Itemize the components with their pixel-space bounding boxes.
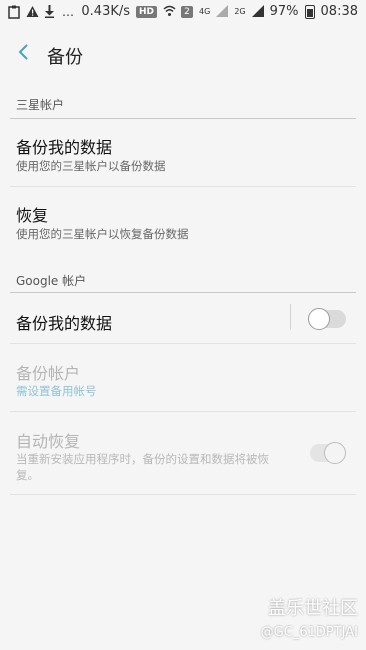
item-title: 备份帐户 — [16, 364, 81, 383]
section-label-samsung: 三星帐户 — [16, 98, 65, 112]
divider — [290, 304, 291, 330]
network-type-1: 4G — [199, 7, 211, 16]
item-title: 备份我的数据 — [16, 314, 113, 333]
item-subtitle: 当重新安装应用程序时，备份的设置和数据将被恢 — [16, 452, 269, 466]
more-notifications-icon: … — [62, 5, 74, 19]
clipboard-icon — [8, 5, 20, 19]
battery-icon — [304, 4, 315, 19]
network-type-2: 2G — [234, 7, 246, 16]
page-title: 备份 — [47, 47, 83, 68]
back-button[interactable] — [12, 40, 36, 64]
app-bar: 备份 — [0, 26, 366, 82]
divider — [10, 292, 356, 293]
item-subtitle: 使用您的三星帐户以备份数据 — [16, 159, 166, 173]
item-subtitle-cont: 复。 — [16, 468, 39, 482]
divider — [10, 118, 356, 119]
signal-icon — [216, 4, 229, 19]
battery-percent: 97% — [269, 4, 299, 19]
toggle-thumb — [324, 442, 346, 464]
clock: 08:38 — [320, 4, 358, 19]
signal-icon-2 — [251, 4, 264, 19]
section-label-google: Google 帐户 — [16, 274, 87, 288]
divider — [10, 343, 356, 344]
sim-badge: 2 — [181, 5, 194, 18]
watermark-handle: @GC_61DPTJAI — [260, 625, 358, 640]
watermark-title: 盖乐世社区 — [268, 598, 358, 619]
toggle-thumb — [308, 308, 330, 330]
network-speed: 0.43K/s — [81, 4, 131, 19]
download-icon — [44, 5, 56, 19]
divider — [10, 494, 356, 495]
item-title: 备份我的数据 — [16, 138, 113, 157]
divider — [10, 186, 356, 187]
status-bar: … 0.43K/s HD 2 4G 2G 97% 08:38 — [0, 0, 366, 26]
chevron-left-icon — [18, 44, 28, 60]
item-subtitle: 需设置备用帐号 — [16, 384, 97, 398]
wifi-icon — [163, 5, 176, 19]
divider — [10, 411, 356, 412]
warning-icon — [26, 5, 39, 19]
item-title: 恢复 — [16, 206, 49, 225]
item-title: 自动恢复 — [16, 432, 81, 451]
item-subtitle: 使用您的三星帐户以恢复备份数据 — [16, 227, 189, 241]
hd-badge: HD — [136, 5, 158, 18]
